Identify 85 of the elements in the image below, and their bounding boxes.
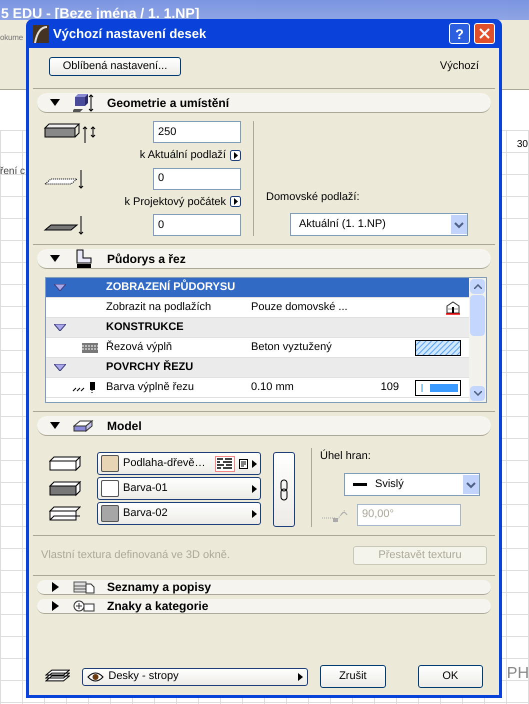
slab-bottom-surface-icon bbox=[49, 506, 81, 522]
surface-material-button[interactable]: Podlaha-dřevě… bbox=[97, 452, 261, 475]
home-story-label: Domovské podlaží: bbox=[266, 190, 361, 204]
list-label-icon bbox=[73, 580, 95, 594]
group-triangle-icon[interactable] bbox=[54, 284, 66, 291]
edge-angle-label: Úhel hran: bbox=[320, 448, 372, 464]
layers-icon bbox=[45, 668, 70, 684]
section-header[interactable]: Znaky a kategorie bbox=[37, 599, 491, 614]
slab-icon bbox=[73, 92, 95, 112]
canvas-label: ření c bbox=[0, 165, 26, 179]
group-triangle-icon[interactable] bbox=[54, 364, 66, 371]
building-icon[interactable] bbox=[445, 300, 461, 314]
table-row[interactable]: POVRCHY ŘEZU bbox=[46, 358, 469, 378]
section-header[interactable]: Geometrie a umístění bbox=[37, 93, 491, 113]
property-label: Řezová výplň bbox=[106, 339, 174, 356]
reference-label: k Projektový počátek bbox=[124, 194, 226, 210]
help-button[interactable]: ? bbox=[449, 23, 470, 44]
slab-3d-icon bbox=[73, 418, 95, 434]
table-row[interactable]: Řezová výplň Beton vyztužený bbox=[46, 338, 469, 358]
submenu-arrow-icon bbox=[252, 510, 257, 518]
property-value: Beton vyztužený bbox=[251, 340, 333, 356]
menu-fragment[interactable]: okume bbox=[0, 32, 24, 89]
preset-label: Výchozí bbox=[440, 59, 479, 74]
category-icon bbox=[73, 599, 95, 613]
surface-material-button[interactable]: Barva-01 bbox=[97, 477, 261, 500]
submenu-arrow-icon bbox=[298, 672, 304, 680]
table-row[interactable]: Zobrazit na podlažích Pouze domovské ... bbox=[46, 298, 469, 318]
pen-color-preview[interactable] bbox=[415, 380, 461, 396]
cancel-button[interactable]: Zrušit bbox=[320, 665, 386, 688]
section-header[interactable]: Půdorys a řez bbox=[37, 249, 491, 269]
link-materials-button[interactable] bbox=[273, 452, 295, 527]
layer-button[interactable]: Desky - stropy bbox=[82, 668, 308, 686]
scroll-up-button[interactable] bbox=[470, 279, 485, 294]
app-title-bar: 5 EDU - [Beze jména / 1. 1.NP] bbox=[0, 0, 529, 20]
ok-button[interactable]: OK bbox=[418, 665, 483, 688]
slab-side-surface-icon bbox=[49, 480, 81, 496]
group-label: ZOBRAZENÍ PŮDORYSU bbox=[106, 279, 236, 296]
section-title: Model bbox=[107, 418, 142, 434]
pen-number: 109 bbox=[380, 380, 399, 396]
pen-icon bbox=[72, 380, 98, 394]
expand-triangle-icon[interactable] bbox=[50, 255, 60, 262]
dialog-title: Výchozí nastavení desek bbox=[53, 24, 208, 43]
thickness-field[interactable]: 250 bbox=[153, 121, 241, 143]
hatch-pattern-preview[interactable] bbox=[415, 340, 461, 356]
expand-triangle-icon[interactable] bbox=[50, 99, 60, 106]
section-title: Seznamy a popisy bbox=[107, 579, 212, 596]
texture-note: Vlastní textura definovaná ve 3D okně. bbox=[41, 548, 230, 564]
section-header[interactable]: Seznamy a popisy bbox=[37, 580, 491, 595]
property-value: 0.10 mm bbox=[251, 380, 295, 396]
submenu-arrow-icon bbox=[252, 460, 257, 468]
reference-label: k Aktuální podlaží bbox=[140, 148, 226, 163]
group-label: POVRCHY ŘEZU bbox=[106, 359, 194, 376]
slab-top-surface-icon bbox=[49, 456, 81, 472]
elevation-field[interactable]: 0 bbox=[153, 214, 241, 236]
expand-triangle-icon[interactable] bbox=[50, 422, 60, 429]
scroll-thumb[interactable] bbox=[470, 295, 485, 336]
section-title: Půdorys a řez bbox=[107, 250, 186, 268]
canvas-label: PH bbox=[506, 664, 529, 684]
property-label: Zobrazit na podlažích bbox=[106, 300, 212, 316]
group-label: KONSTRUKCE bbox=[106, 320, 185, 336]
edge-type-dropdown[interactable]: Svislý bbox=[344, 472, 480, 496]
table-row[interactable]: ZOBRAZENÍ PŮDORYSU bbox=[46, 278, 469, 298]
hatch-icon bbox=[82, 342, 98, 352]
scroll-down-button[interactable] bbox=[470, 386, 485, 401]
section-title: Geometrie a umístění bbox=[107, 94, 230, 112]
close-button[interactable] bbox=[474, 23, 495, 44]
property-label: Barva výplně řezu bbox=[106, 380, 196, 396]
favorites-button[interactable]: Oblíbená nastavení... bbox=[49, 57, 181, 76]
submenu-arrow-icon bbox=[252, 484, 257, 492]
section-header[interactable]: Model bbox=[37, 416, 491, 436]
app-logo-icon bbox=[33, 24, 49, 42]
scrollbar[interactable] bbox=[469, 278, 486, 402]
section-title: Znaky a kategorie bbox=[107, 598, 208, 615]
chain-link-icon[interactable] bbox=[280, 478, 288, 500]
document-icon bbox=[239, 458, 248, 468]
property-value: Pouze domovské ... bbox=[251, 300, 349, 316]
ruler-number: 30 bbox=[516, 138, 528, 152]
eye-icon bbox=[87, 672, 104, 682]
home-story-dropdown[interactable]: Aktuální (1. 1.NP) bbox=[290, 213, 468, 236]
table-row[interactable]: KONSTRUKCE bbox=[46, 318, 469, 338]
group-triangle-icon[interactable] bbox=[54, 324, 66, 331]
close-icon[interactable] bbox=[479, 28, 490, 39]
offset-field[interactable]: 0 bbox=[153, 168, 241, 190]
surface-material-button[interactable]: Barva-02 bbox=[97, 502, 261, 525]
table-row[interactable]: Barva výplně řezu 0.10 mm 109 bbox=[46, 378, 469, 398]
